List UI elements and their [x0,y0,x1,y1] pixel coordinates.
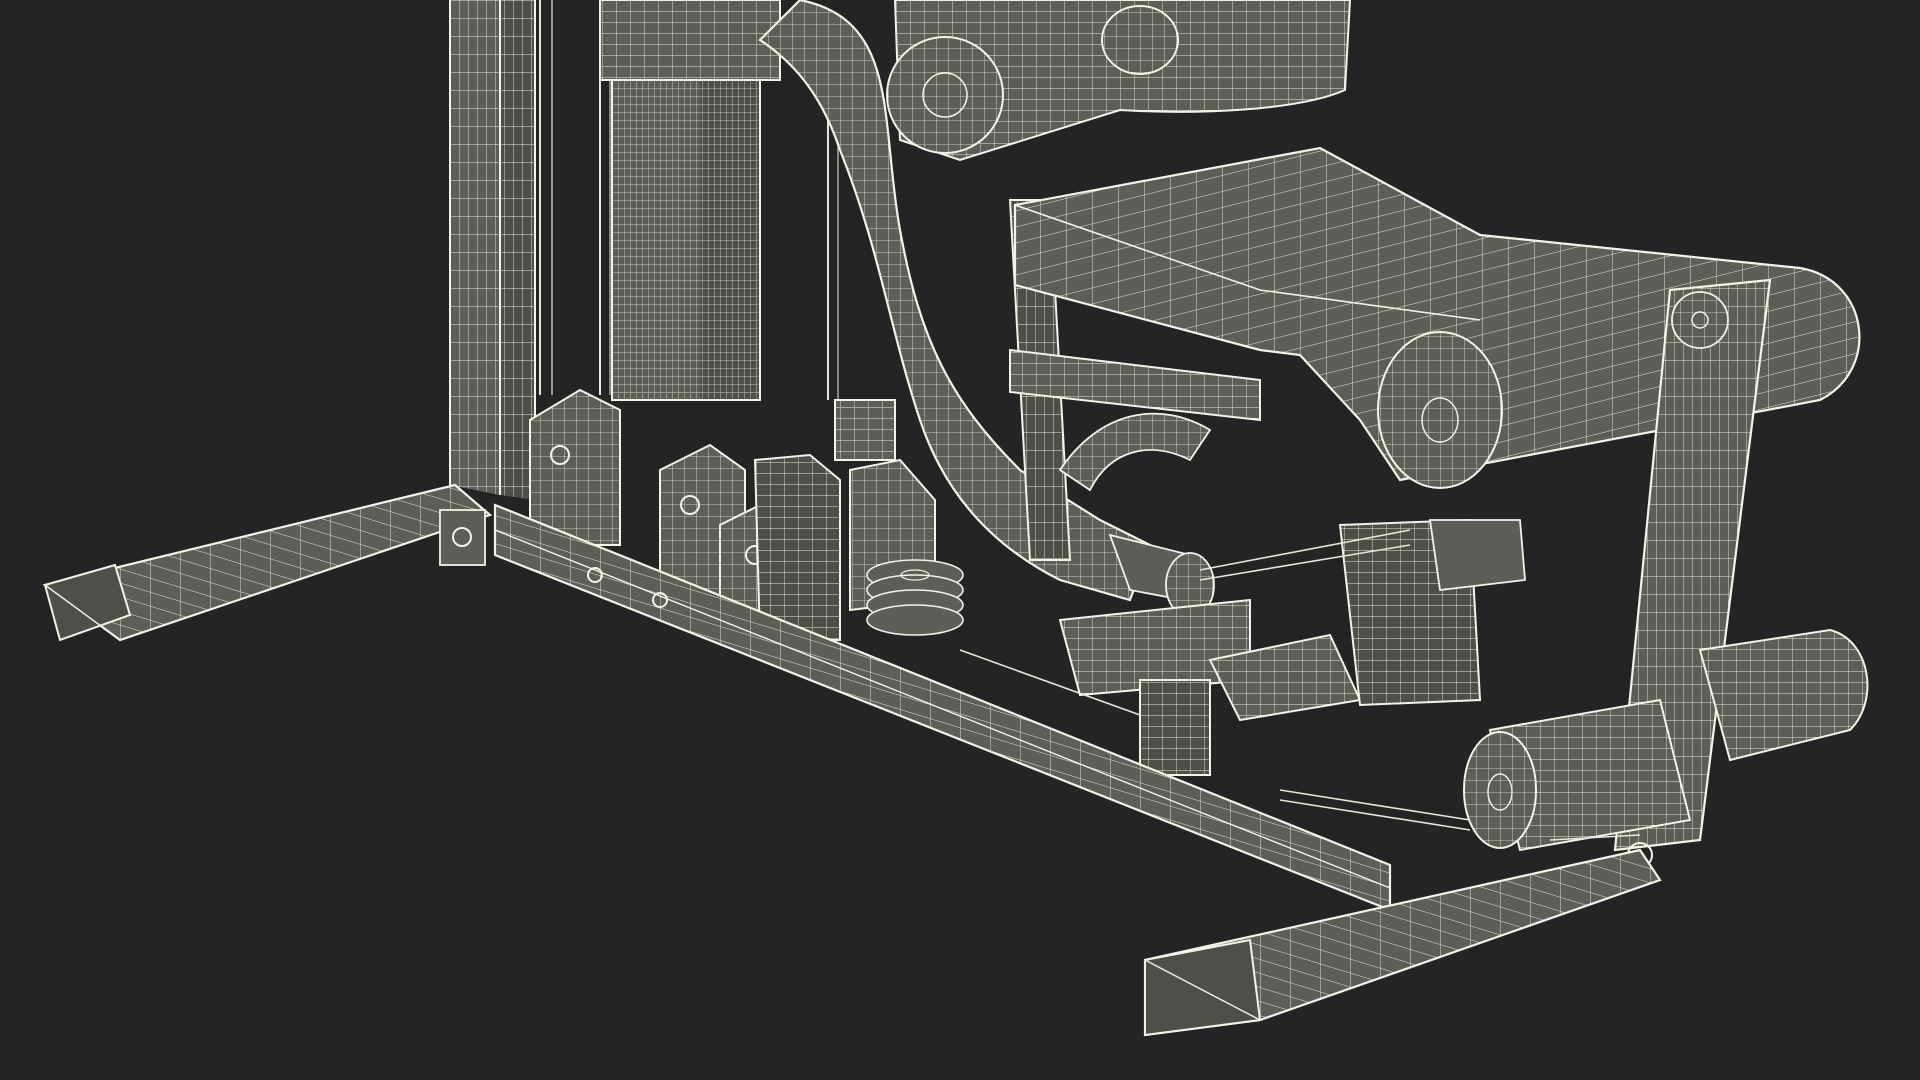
wireframe-render [42,0,1869,1037]
weight-stack [599,0,781,401]
viewport [0,0,1920,1080]
rear-upright [449,0,536,500]
back-pad [886,0,1352,162]
